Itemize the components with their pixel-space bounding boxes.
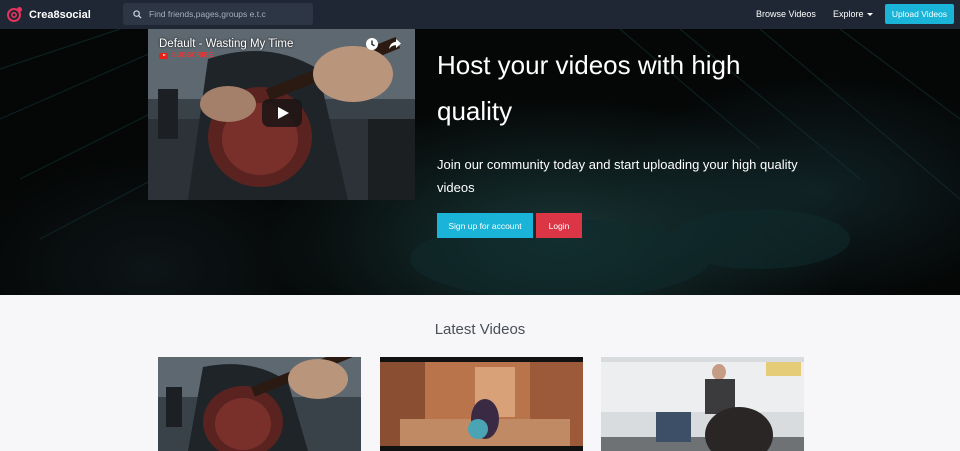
- clock-icon[interactable]: [365, 37, 379, 51]
- subscribe-label: SUBSCRIBE: [172, 52, 214, 59]
- hero-title: Host your videos with high quality: [437, 50, 741, 126]
- video-title[interactable]: Default - Wasting My Time: [159, 38, 293, 50]
- section-title: Latest Videos: [434, 321, 526, 338]
- video-card-1[interactable]: [158, 357, 361, 451]
- video-card-2[interactable]: [380, 357, 583, 451]
- video-card-thumbnail: [158, 357, 361, 451]
- brand-logo-icon: [7, 7, 22, 22]
- caret-down-icon: [866, 13, 873, 17]
- hero-section: Default - Wasting My Time SUBSCRIBE Host…: [0, 29, 960, 295]
- youtube-icon: [159, 52, 168, 59]
- play-icon[interactable]: [262, 99, 302, 127]
- nav-explore-label: Explore: [833, 9, 864, 19]
- video-card-thumbnail: [601, 357, 804, 451]
- search-box: [123, 3, 313, 25]
- navbar: Crea8social Browse Videos Explore Upload…: [0, 0, 960, 29]
- login-button[interactable]: Login: [536, 213, 582, 238]
- video-player[interactable]: Default - Wasting My Time SUBSCRIBE: [148, 29, 415, 200]
- video-card-3[interactable]: [601, 357, 804, 451]
- signup-button[interactable]: Sign up for account: [437, 213, 533, 238]
- search-icon: [133, 9, 142, 19]
- hero-description: Join our community today and start uploa…: [437, 157, 798, 195]
- upload-videos-button[interactable]: Upload Videos: [885, 4, 954, 24]
- search-input[interactable]: [149, 9, 299, 19]
- brand-link[interactable]: Crea8social: [6, 6, 91, 23]
- share-icon[interactable]: [388, 37, 402, 51]
- subscribe-link[interactable]: SUBSCRIBE: [159, 52, 213, 59]
- latest-videos-section: Latest Videos: [0, 295, 960, 451]
- nav-browse-videos[interactable]: Browse Videos: [756, 9, 816, 19]
- nav-explore-dropdown[interactable]: Explore: [833, 9, 873, 19]
- brand-name: Crea8social: [29, 8, 91, 21]
- video-card-thumbnail: [380, 357, 583, 451]
